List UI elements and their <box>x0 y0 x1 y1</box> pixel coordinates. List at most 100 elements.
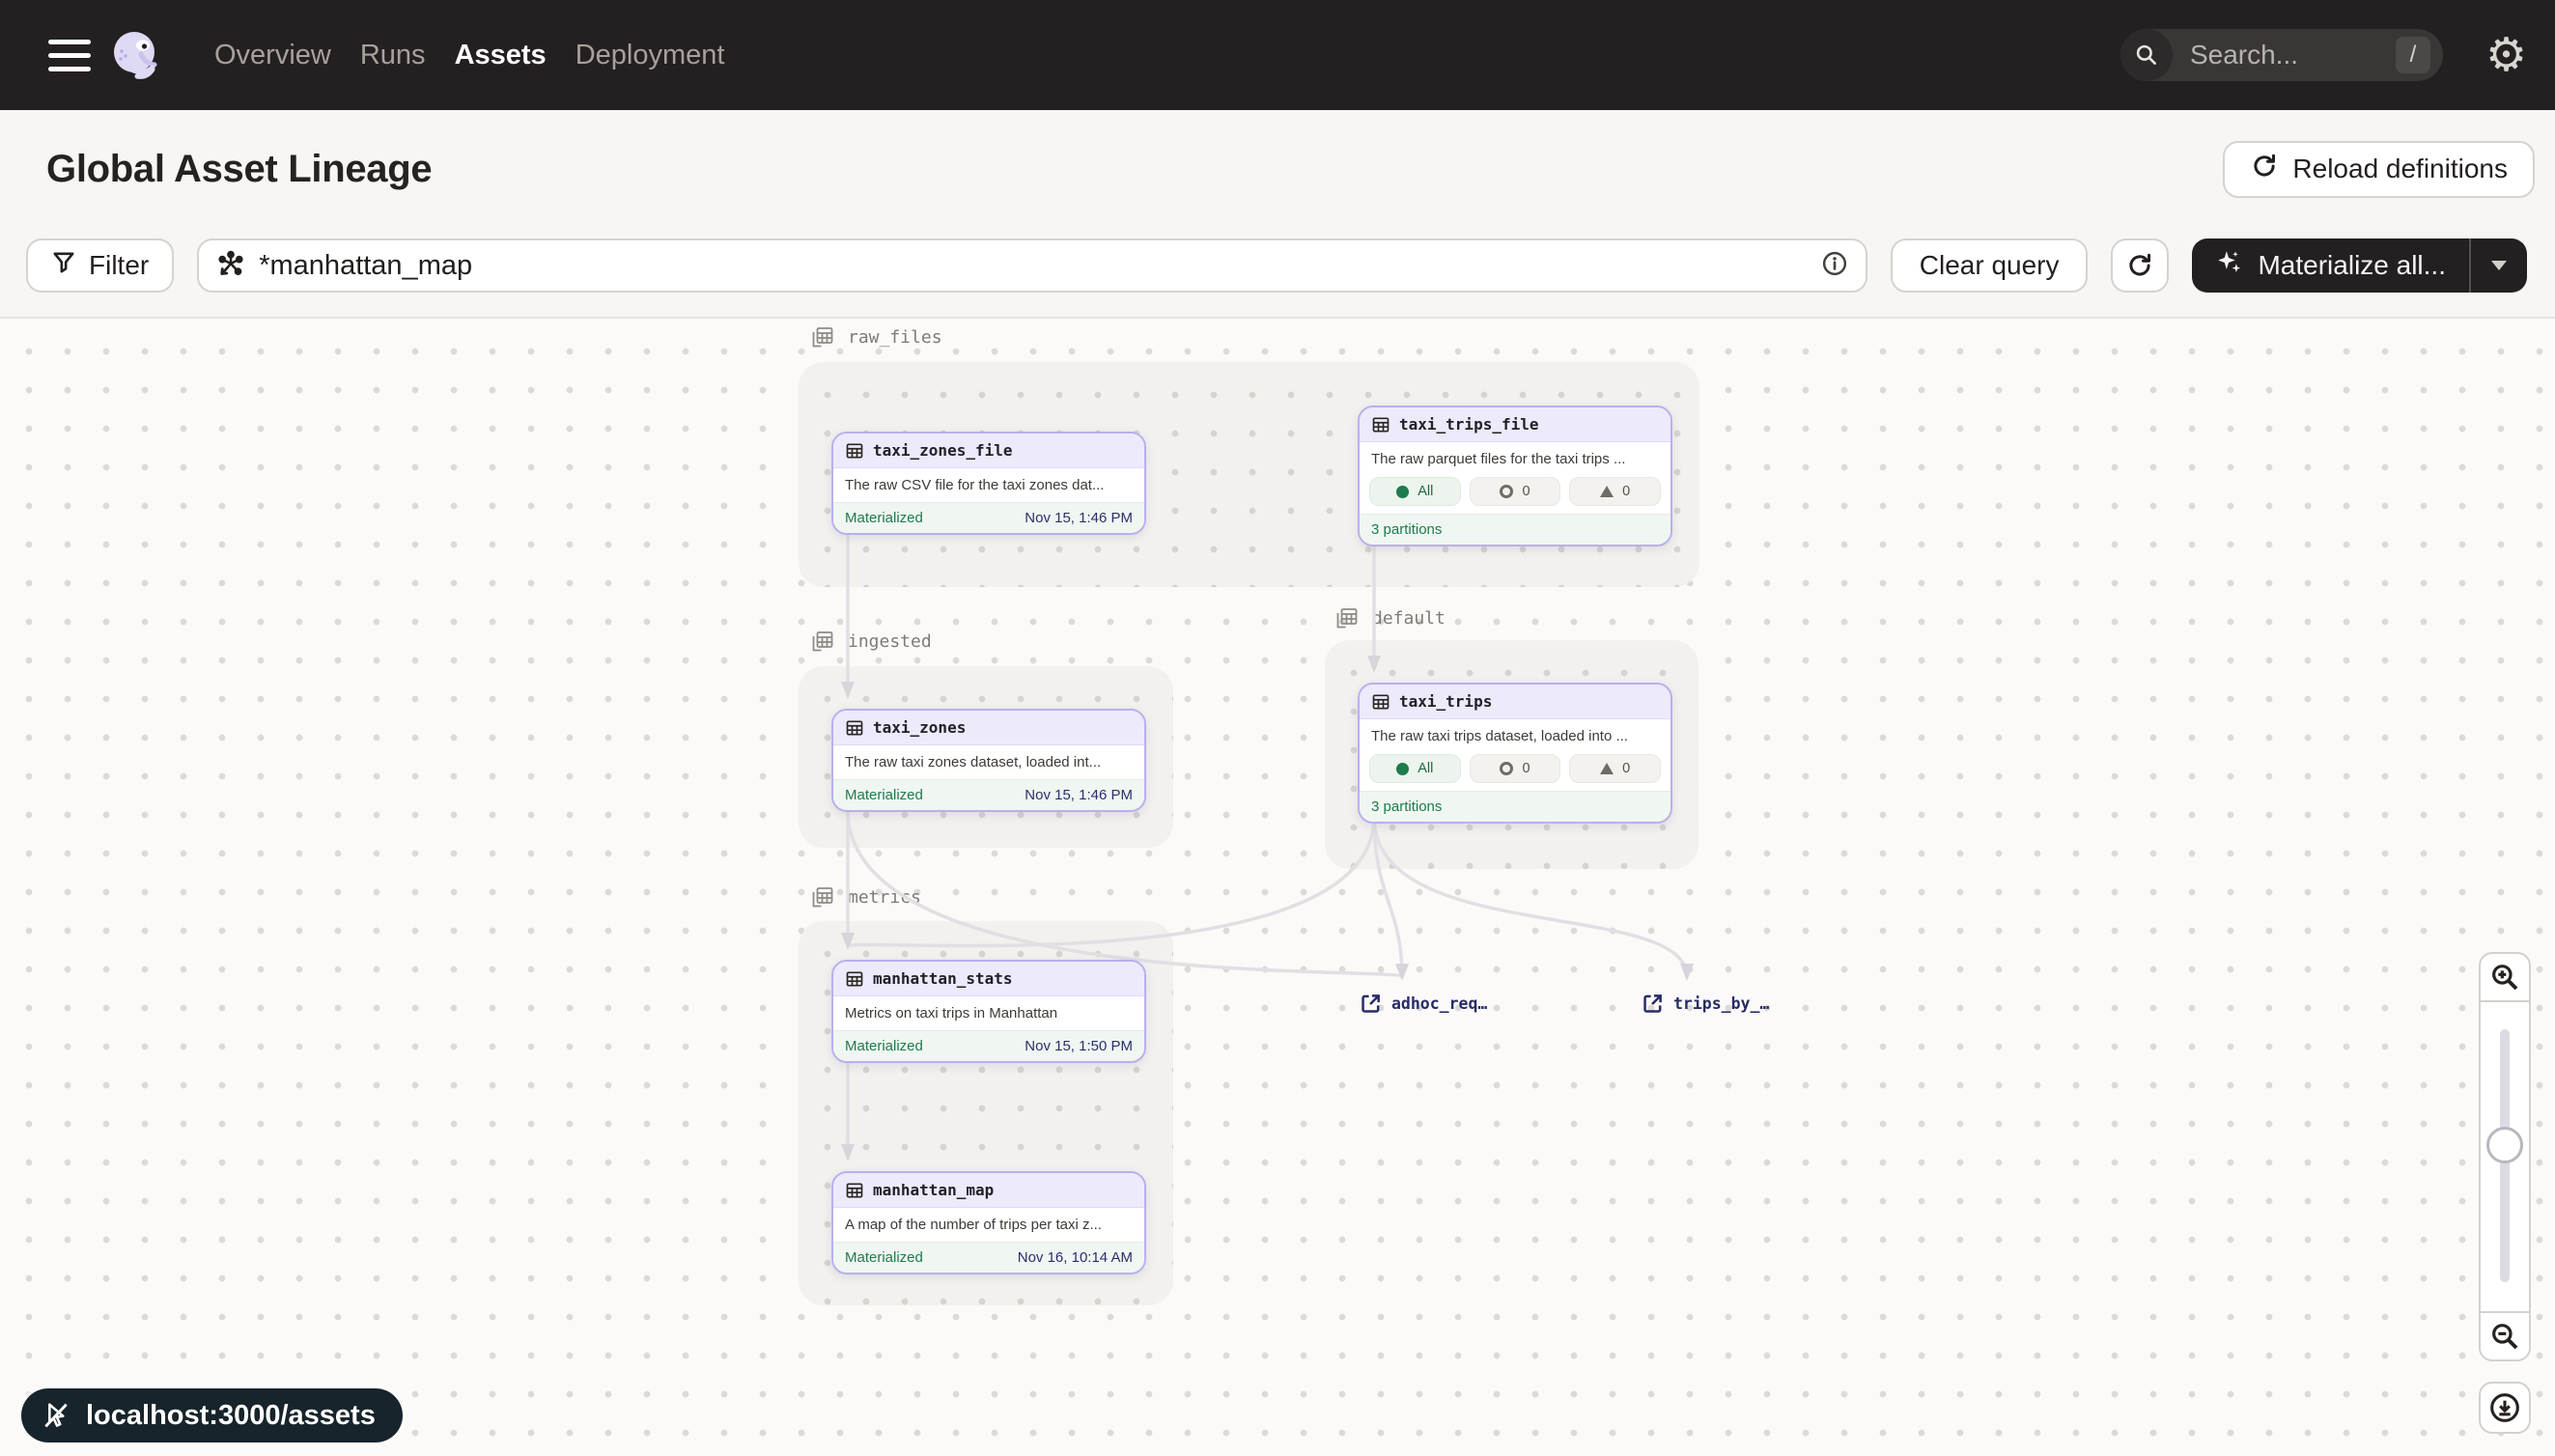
page-title: Global Asset Lineage <box>46 148 432 191</box>
clear-query-button[interactable]: Clear query <box>1891 238 2089 293</box>
external-asset-adhoc-request[interactable]: adhoc_req… <box>1360 993 1487 1015</box>
partitions-missing-badge: 0 <box>1470 477 1561 506</box>
table-icon <box>845 969 864 989</box>
reload-label: Reload definitions <box>2292 154 2508 184</box>
partitions-missing-badge: 0 <box>1470 754 1561 783</box>
external-asset-name: trips_by_… <box>1673 994 1769 1013</box>
materialize-all-button[interactable]: Materialize all... <box>2192 238 2469 293</box>
filter-label: Filter <box>89 250 149 281</box>
partition-health-row: All 0 0 <box>1360 753 1671 791</box>
partitions-failed-badge: 0 <box>1569 477 1661 506</box>
search-input[interactable]: Search... / <box>2120 29 2443 81</box>
materialize-dropdown-button[interactable] <box>2471 238 2527 293</box>
external-link-icon <box>1360 993 1382 1015</box>
table-icon <box>845 718 864 738</box>
asset-node-taxi-zones-file[interactable]: taxi_zones_file The raw CSV file for the… <box>831 432 1146 535</box>
search-icon <box>2120 29 2173 81</box>
chevron-down-icon <box>2489 259 2509 272</box>
asset-description: The raw CSV file for the taxi zones dat.… <box>833 468 1144 502</box>
asset-name: taxi_zones_file <box>873 441 1013 460</box>
zoom-slider[interactable] <box>2479 1000 2531 1313</box>
table-icon <box>845 441 864 461</box>
group-label-raw-files[interactable]: raw_files <box>809 323 942 350</box>
asset-description: A map of the number of trips per taxi z.… <box>833 1208 1144 1242</box>
asset-group-icon <box>809 883 836 910</box>
materialization-timestamp: Nov 15, 1:46 PM <box>1025 787 1133 803</box>
asset-node-taxi-zones[interactable]: taxi_zones The raw taxi zones dataset, l… <box>831 709 1146 812</box>
asset-node-manhattan-stats[interactable]: manhattan_stats Metrics on taxi trips in… <box>831 960 1146 1063</box>
external-link-icon <box>1642 993 1664 1015</box>
asset-node-manhattan-map[interactable]: manhattan_map A map of the number of tri… <box>831 1171 1146 1274</box>
search-shortcut-badge: / <box>2396 37 2430 73</box>
menu-icon[interactable] <box>48 40 91 71</box>
status-url: localhost:3000/assets <box>86 1400 376 1432</box>
group-label-metrics[interactable]: metrics <box>809 883 921 910</box>
materialized-dot-icon <box>1396 763 1409 775</box>
sparkle-icon <box>2215 248 2244 284</box>
nav-item-assets[interactable]: Assets <box>455 40 547 71</box>
failed-triangle-icon <box>1600 486 1614 497</box>
refresh-button[interactable] <box>2111 238 2169 293</box>
download-image-button[interactable] <box>2479 1382 2531 1434</box>
table-icon <box>845 1181 864 1200</box>
group-name: raw_files <box>848 327 942 348</box>
group-name: default <box>1372 608 1446 629</box>
asset-description: The raw taxi zones dataset, loaded int..… <box>833 745 1144 779</box>
materialization-timestamp: Nov 15, 1:50 PM <box>1025 1038 1133 1054</box>
partitions-materialized-badge: All <box>1369 754 1461 783</box>
info-icon[interactable] <box>1821 250 1848 282</box>
asset-description: The raw parquet files for the taxi trips… <box>1360 442 1671 476</box>
filter-button[interactable]: Filter <box>26 238 174 293</box>
external-asset-name: adhoc_req… <box>1391 994 1487 1013</box>
refresh-icon <box>2125 251 2154 280</box>
nav-item-runs[interactable]: Runs <box>360 40 426 71</box>
reload-icon <box>2250 152 2279 187</box>
asset-node-taxi-trips-file[interactable]: taxi_trips_file The raw parquet files fo… <box>1358 406 1672 546</box>
nav-item-overview[interactable]: Overview <box>214 40 331 71</box>
group-name: ingested <box>848 631 932 652</box>
lineage-graph-icon <box>216 249 245 283</box>
search-placeholder: Search... <box>2190 40 2396 70</box>
status-badge: Materialized <box>845 1038 923 1054</box>
materialize-all-split-button: Materialize all... <box>2192 238 2527 293</box>
asset-query-input[interactable] <box>259 250 1808 282</box>
zoom-out-button[interactable] <box>2479 1311 2531 1361</box>
external-asset-trips-by[interactable]: trips_by_… <box>1642 993 1769 1015</box>
partitions-failed-badge: 0 <box>1569 754 1661 783</box>
lineage-toolbar: Filter Clear query <box>0 228 2555 319</box>
gear-icon[interactable]: ⚙ <box>2485 32 2527 78</box>
asset-group-icon <box>809 628 836 655</box>
status-url-pill: localhost:3000/assets <box>21 1388 403 1442</box>
zoom-slider-thumb[interactable] <box>2486 1127 2523 1163</box>
materialize-all-label: Materialize all... <box>2258 250 2446 281</box>
asset-group-icon <box>809 323 836 350</box>
partitions-materialized-badge: All <box>1369 477 1461 506</box>
status-badge: Materialized <box>845 510 923 526</box>
page-header: Global Asset Lineage Reload definitions <box>0 110 2555 228</box>
asset-description: The raw taxi trips dataset, loaded into … <box>1360 719 1671 753</box>
missing-ring-icon <box>1500 762 1513 775</box>
materialization-timestamp: Nov 15, 1:46 PM <box>1025 510 1133 526</box>
table-icon <box>1371 415 1390 434</box>
asset-name: manhattan_stats <box>873 969 1013 988</box>
nav-item-deployment[interactable]: Deployment <box>576 40 725 71</box>
partition-count: 3 partitions <box>1371 521 1442 538</box>
group-label-ingested[interactable]: ingested <box>809 628 932 655</box>
reload-definitions-button[interactable]: Reload definitions <box>2223 141 2535 198</box>
filter-icon <box>51 250 76 282</box>
clear-query-label: Clear query <box>1920 250 2060 281</box>
status-badge: Materialized <box>845 1249 923 1266</box>
lineage-canvas[interactable]: raw_files ingested default metrics <box>0 319 2555 1456</box>
partition-health-row: All 0 0 <box>1360 476 1671 514</box>
download-icon <box>2488 1391 2521 1424</box>
group-label-default[interactable]: default <box>1334 604 1446 631</box>
missing-ring-icon <box>1500 485 1513 498</box>
zoom-in-button[interactable] <box>2479 952 2531 1002</box>
dagster-logo-icon[interactable] <box>108 27 164 83</box>
top-nav: Overview Runs Assets Deployment Search..… <box>0 0 2555 110</box>
status-badge: Materialized <box>845 787 923 803</box>
asset-query-field[interactable] <box>197 238 1867 293</box>
partition-count: 3 partitions <box>1371 798 1442 815</box>
asset-name: manhattan_map <box>873 1181 994 1199</box>
asset-node-taxi-trips[interactable]: taxi_trips The raw taxi trips dataset, l… <box>1358 683 1672 824</box>
